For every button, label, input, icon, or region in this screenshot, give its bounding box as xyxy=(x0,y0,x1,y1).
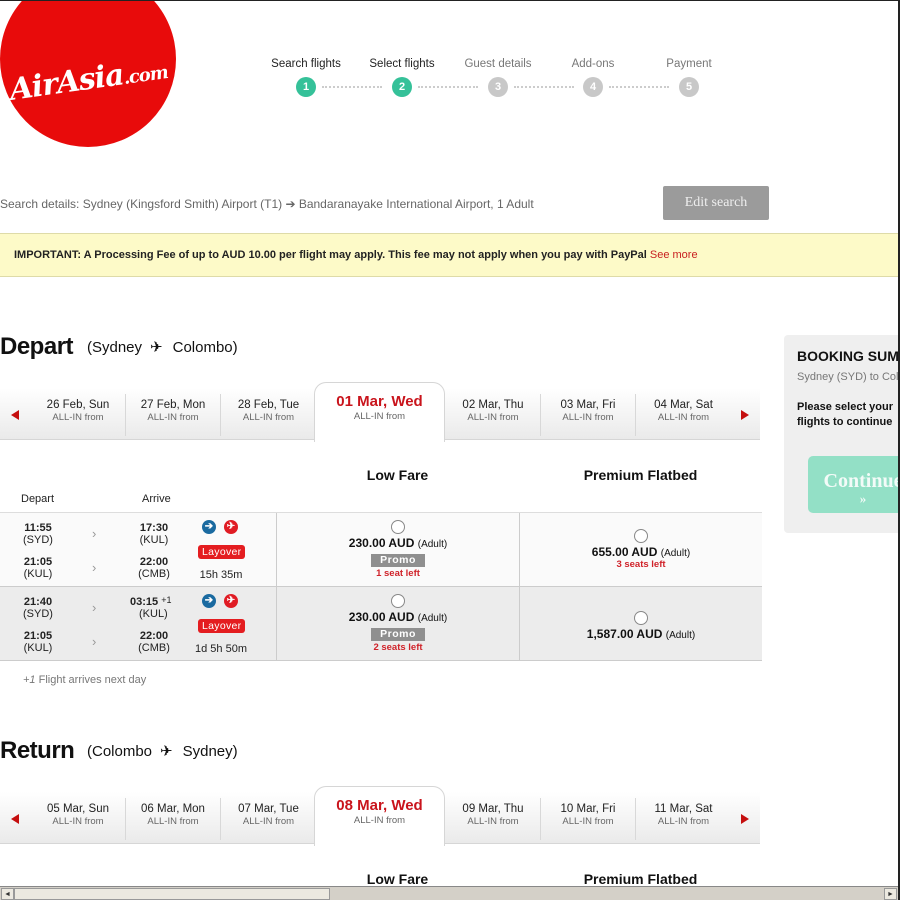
flight-duration: 1d 5h 50m xyxy=(195,643,247,655)
scrollbar-thumb[interactable] xyxy=(14,888,330,900)
airasia-flight-icon: ✈ xyxy=(224,594,238,608)
chevron-right-icon: › xyxy=(92,560,97,575)
step-payment: Payment 5 xyxy=(641,58,737,97)
depart-date-tab[interactable]: 28 Feb, Tue ALL-IN from xyxy=(221,394,316,436)
return-date-tab[interactable]: 10 Mar, Fri ALL-IN from xyxy=(541,798,636,840)
low-fare-radio[interactable] xyxy=(391,594,405,608)
flight-duration: 15h 35m xyxy=(199,569,243,581)
prev-dates-arrow-icon[interactable] xyxy=(11,410,19,420)
depart-date-tab[interactable]: 03 Mar, Fri ALL-IN from xyxy=(541,394,636,436)
flight-row: 21:40 (SYD) › 03:15 +1 (KUL) 21:05 (KUL) › … xyxy=(0,587,762,661)
promo-badge: Promo xyxy=(371,554,425,567)
step-guest-details: Guest details 3 xyxy=(450,58,546,97)
continue-button[interactable]: Continue» xyxy=(808,456,898,513)
airasia-logo[interactable]: AirAsia.com xyxy=(0,1,176,147)
chevron-right-icon: › xyxy=(92,634,97,649)
step-number: 2 xyxy=(392,77,412,97)
depart-date-tab[interactable]: 04 Mar, Sat ALL-IN from xyxy=(636,394,731,436)
edit-search-button[interactable]: Edit search xyxy=(663,186,769,220)
flight-legs: 11:55 (SYD) › 17:30 (KUL) 21:05 (KUL) › 22:… xyxy=(0,513,276,587)
layover-badge[interactable]: Layover xyxy=(198,545,246,559)
scroll-right-icon[interactable]: ► xyxy=(884,888,897,900)
layover-badge[interactable]: Layover xyxy=(198,619,246,633)
return-title: Return xyxy=(0,737,75,764)
return-date-tab[interactable]: 11 Mar, Sat ALL-IN from xyxy=(636,798,731,840)
plane-icon: ✈ xyxy=(150,339,163,356)
step-number: 5 xyxy=(679,77,699,97)
premium-flatbed-header: Premium Flatbed xyxy=(583,467,698,483)
return-date-tab[interactable]: 09 Mar, Thu ALL-IN from xyxy=(446,798,541,840)
next-dates-arrow-icon[interactable] xyxy=(741,410,749,420)
step-add-ons: Add-ons 4 xyxy=(545,58,641,97)
return-date-selector: 05 Mar, Sun ALL-IN from 06 Mar, Mon ALL-IN… xyxy=(0,786,760,846)
depart-date-tab[interactable]: 26 Feb, Sun ALL-IN from xyxy=(31,394,126,436)
premium-fare-radio[interactable] xyxy=(634,529,648,543)
step-select-flights: Select flights 2 xyxy=(354,58,450,97)
plane-icon: ✈ xyxy=(160,743,173,760)
logo-text: AirAsia.com xyxy=(6,56,169,108)
low-fare-cell: 230.00 AUD (Adult) Promo 2 seats left xyxy=(276,587,519,661)
chevron-right-icon: › xyxy=(92,600,97,615)
step-number: 4 xyxy=(583,77,603,97)
notice-text: IMPORTANT: A Processing Fee of up to AUD… xyxy=(14,249,650,261)
summary-title: BOOKING SUMMARY xyxy=(797,348,899,364)
low-fare-header: Low Fare xyxy=(366,467,429,483)
chevron-right-icon: › xyxy=(92,526,97,541)
processing-fee-notice: IMPORTANT: A Processing Fee of up to AUD… xyxy=(0,233,898,277)
airasia-flight-icon: ✈ xyxy=(224,520,238,534)
low-fare-cell: 230.00 AUD (Adult) Promo 1 seat left xyxy=(276,513,519,587)
step-number: 3 xyxy=(488,77,508,97)
step-number: 1 xyxy=(296,77,316,97)
premium-fare-cell: 655.00 AUD (Adult) 3 seats left xyxy=(519,513,762,587)
prev-dates-arrow-icon[interactable] xyxy=(11,814,19,824)
flight-legs: 21:40 (SYD) › 03:15 +1 (KUL) 21:05 (KUL) › … xyxy=(0,587,276,661)
depart-date-tab-selected[interactable]: 01 Mar, Wed ALL-IN from xyxy=(314,382,445,442)
return-route: (Colombo ✈ Sydney) xyxy=(87,743,238,760)
seats-left: 3 seats left xyxy=(616,559,666,570)
search-details: Search details: Sydney (Kingsford Smith)… xyxy=(0,197,534,211)
next-dates-arrow-icon[interactable] xyxy=(741,814,749,824)
depart-column-label: Depart xyxy=(21,493,55,505)
seats-left: 1 seat left xyxy=(376,568,420,579)
promo-badge: Promo xyxy=(371,628,425,641)
booking-progress: Search flights 1 Select flights 2 Guest … xyxy=(258,58,728,98)
flight-row: 11:55 (SYD) › 17:30 (KUL) 21:05 (KUL) › 22:… xyxy=(0,513,762,587)
depart-fare-table: 11:55 (SYD) › 17:30 (KUL) 21:05 (KUL) › 22:… xyxy=(0,512,762,661)
depart-date-selector: 26 Feb, Sun ALL-IN from 27 Feb, Mon ALL-IN… xyxy=(0,382,760,442)
airasia-x-flight-icon: ➔ xyxy=(202,594,216,608)
scroll-left-icon[interactable]: ◄ xyxy=(1,888,14,900)
return-date-tab-selected[interactable]: 08 Mar, Wed ALL-IN from xyxy=(314,786,445,846)
page-frame: AirAsia.com Search flights 1 Select flig… xyxy=(0,0,900,900)
booking-summary-panel: BOOKING SUMMARY Sydney (SYD) to Colombo … xyxy=(784,335,899,533)
return-low-fare-header: Low Fare xyxy=(366,871,429,887)
depart-route: (Sydney ✈ Colombo) xyxy=(87,339,238,356)
seats-left: 2 seats left xyxy=(373,642,423,653)
summary-route: Sydney (SYD) to Colombo (CMB) xyxy=(797,371,899,383)
return-date-tab[interactable]: 05 Mar, Sun ALL-IN from xyxy=(31,798,126,840)
low-fare-radio[interactable] xyxy=(391,520,405,534)
return-date-tab[interactable]: 06 Mar, Mon ALL-IN from xyxy=(126,798,221,840)
step-search-flights[interactable]: Search flights 1 xyxy=(258,58,354,97)
return-date-tab[interactable]: 07 Mar, Tue ALL-IN from xyxy=(221,798,316,840)
arrive-column-label: Arrive xyxy=(142,493,171,505)
next-day-note: +1 Flight arrives next day xyxy=(23,674,147,686)
depart-date-tab[interactable]: 27 Feb, Mon ALL-IN from xyxy=(126,394,221,436)
airasia-x-flight-icon: ➔ xyxy=(202,520,216,534)
see-more-link[interactable]: See more xyxy=(650,249,698,261)
depart-date-tab[interactable]: 02 Mar, Thu ALL-IN from xyxy=(446,394,541,436)
return-premium-flatbed-header: Premium Flatbed xyxy=(583,871,698,887)
depart-title: Depart xyxy=(0,333,74,360)
horizontal-scrollbar[interactable]: ◄ ► xyxy=(0,886,898,900)
summary-message: Please select your flights to continue xyxy=(797,401,894,428)
next-day-indicator: +1 xyxy=(161,595,172,605)
double-chevron-icon: » xyxy=(859,490,867,506)
premium-fare-cell: 1,587.00 AUD (Adult) xyxy=(519,587,762,661)
premium-fare-radio[interactable] xyxy=(634,611,648,625)
